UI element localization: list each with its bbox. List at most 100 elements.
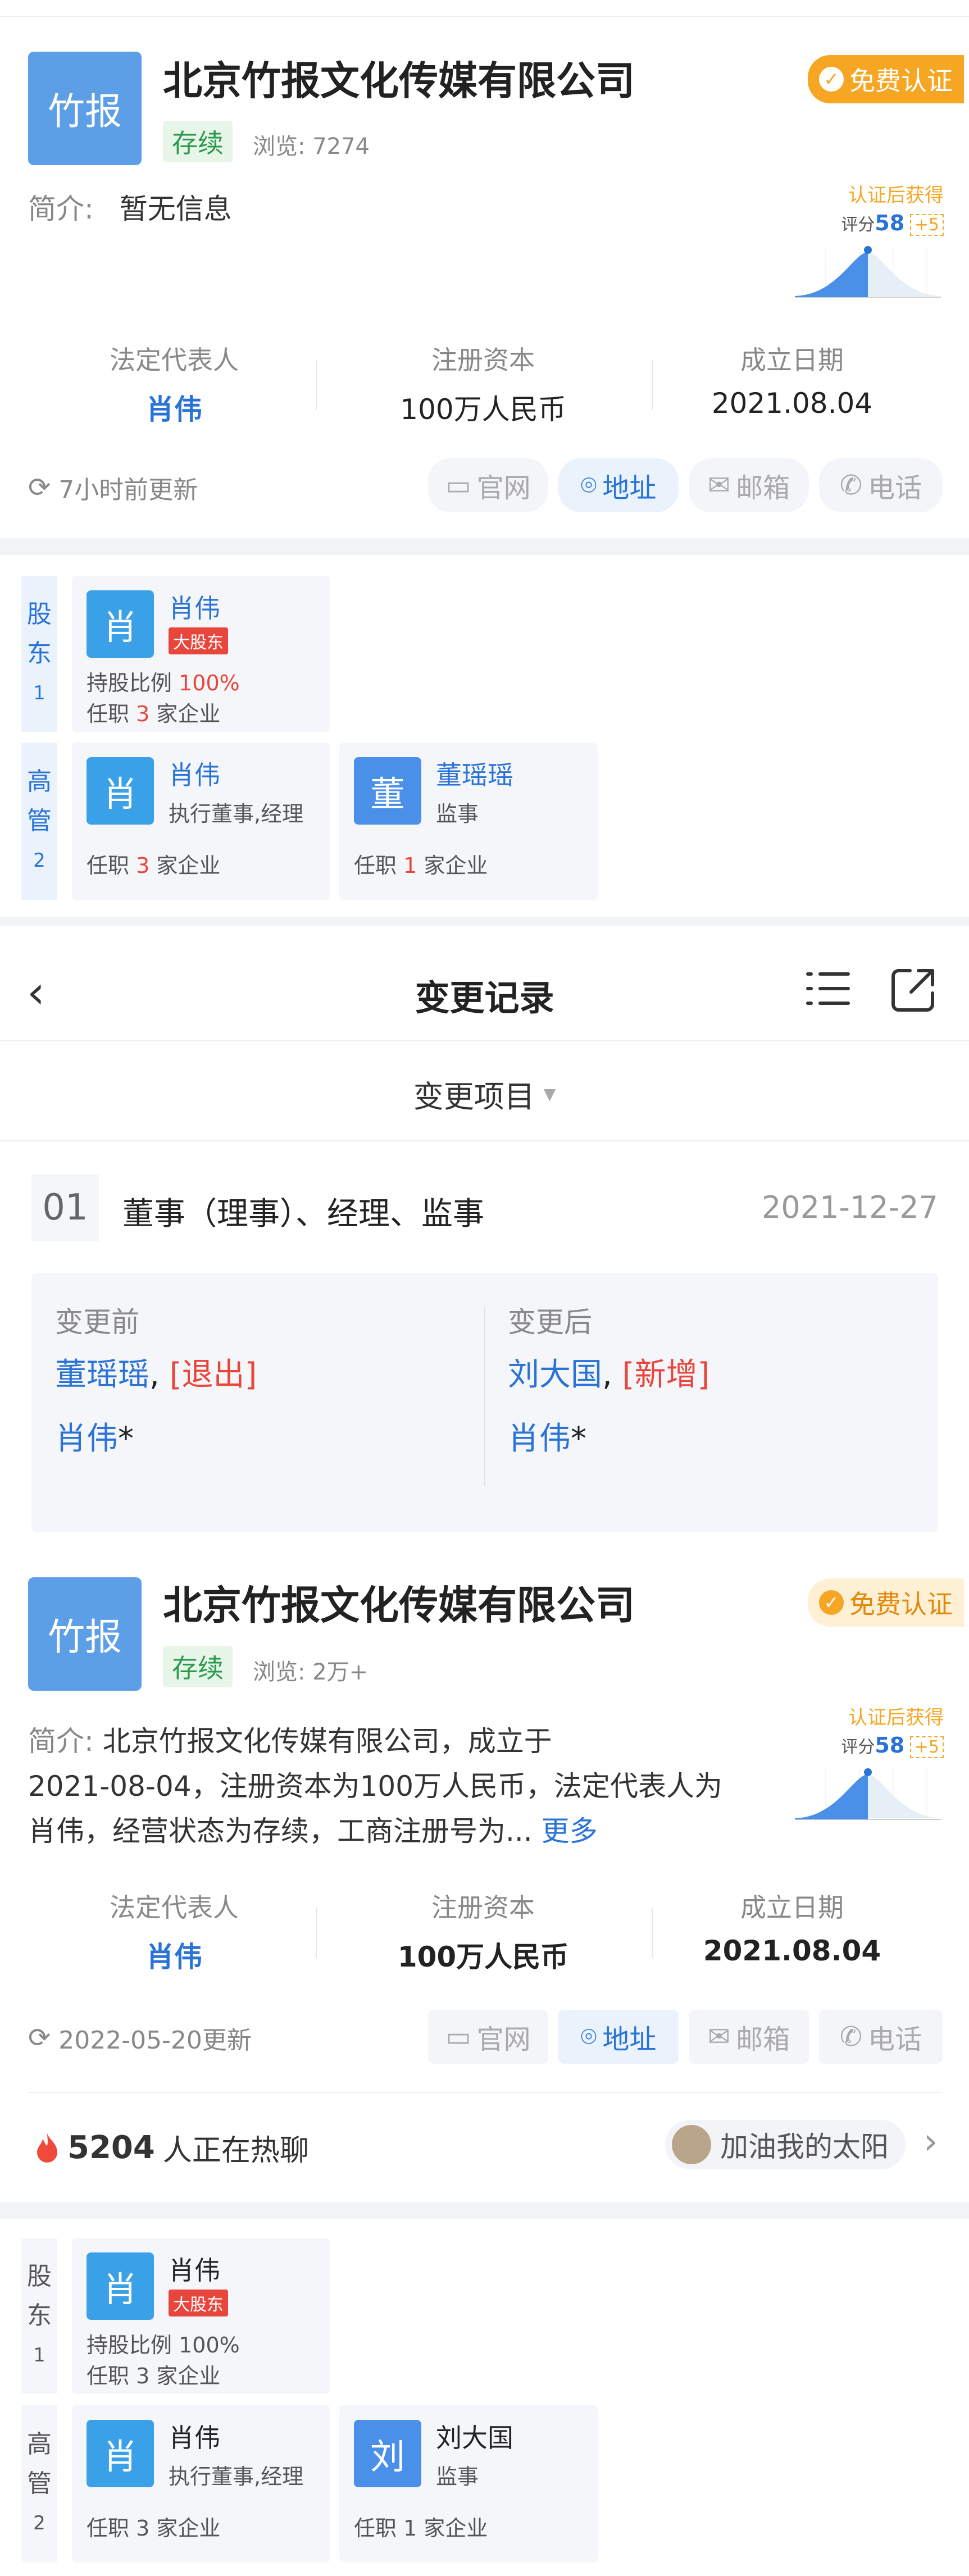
person-role: 执行董事,经理 xyxy=(169,802,304,826)
website-chip[interactable]: ▭ 官网 xyxy=(428,458,548,512)
divider xyxy=(316,359,317,410)
phone-label: 电话 xyxy=(868,472,922,504)
person-name[interactable]: 肖伟 xyxy=(169,588,220,625)
avatar: 肖 xyxy=(87,2420,154,2487)
hot-chat[interactable]: 5204 人正在热聊 xyxy=(35,2127,309,2169)
executive-card[interactable]: 董 董瑶瑶 监事 任职 1 家企业 xyxy=(339,743,598,900)
shareholder-card[interactable]: 肖 肖伟 大股东 持股比例 100% 任职 3 家企业 xyxy=(72,2238,330,2394)
person-name[interactable]: 董瑶瑶 xyxy=(436,755,513,792)
jobs-count: 任职 3 家企业 xyxy=(87,853,221,878)
capital-stat: 注册资本 100万人民币 xyxy=(376,340,590,427)
person-role: 监事 xyxy=(436,802,479,826)
refresh-icon: ⟳ xyxy=(28,472,51,503)
score-value: 58 xyxy=(875,1733,905,1758)
filter-label: 变更项目 xyxy=(413,1079,535,1114)
share-icon[interactable] xyxy=(888,965,938,1018)
user-name: 加油我的太阳 xyxy=(720,2131,889,2163)
intro-label: 简介: xyxy=(28,1725,94,1758)
address-chip[interactable]: ⌾ 地址 xyxy=(558,458,679,512)
free-certify-button[interactable]: ✓ 免费认证 xyxy=(808,1578,964,1627)
avatar: 董 xyxy=(354,757,421,825)
after-entry[interactable]: 刘大国, [新增] xyxy=(508,1349,709,1395)
list-menu-icon[interactable] xyxy=(804,965,852,1014)
score-distribution-icon xyxy=(795,1768,941,1820)
capital-value: 100万人民币 xyxy=(400,393,566,426)
user-pill[interactable]: 加油我的太阳 xyxy=(665,2120,906,2169)
before-entry[interactable]: 肖伟* xyxy=(55,1413,134,1459)
mail-icon: ✉ xyxy=(707,2021,731,2052)
phone-chip[interactable]: ✆ 电话 xyxy=(819,458,943,512)
executive-column: 高管2 xyxy=(21,2405,57,2563)
executive-card[interactable]: 肖 肖伟 执行董事,经理 任职 3 家企业 xyxy=(72,743,330,900)
major-shareholder-tag: 大股东 xyxy=(169,627,228,654)
address-label: 地址 xyxy=(602,2024,657,2055)
refresh-icon: ⟳ xyxy=(28,2022,51,2054)
address-label: 地址 xyxy=(602,472,657,504)
free-certify-button[interactable]: ✓ 免费认证 xyxy=(808,55,964,103)
legal-rep-value[interactable]: 肖伟 xyxy=(67,387,281,427)
email-chip[interactable]: ✉ 邮箱 xyxy=(689,2010,809,2064)
divider xyxy=(0,1140,969,1141)
divider xyxy=(652,359,653,410)
after-label: 变更后 xyxy=(508,1306,592,1339)
founded-label: 成立日期 xyxy=(740,1892,844,1923)
person-role: 监事 xyxy=(436,2464,479,2489)
shareholder-card[interactable]: 肖 肖伟 大股东 持股比例 100% 任职 3 家企业 xyxy=(72,576,330,732)
score-figure-title: 认证后获得 xyxy=(848,184,944,207)
website-chip[interactable]: ▭ 官网 xyxy=(428,2010,548,2064)
capital-stat: 注册资本 100万人民币 xyxy=(376,1887,590,1975)
jobs-count: 任职 3 家企业 xyxy=(87,2364,221,2388)
address-chip[interactable]: ⌾ 地址 xyxy=(558,2010,679,2064)
company-name[interactable]: 北京竹报文化传媒有限公司 xyxy=(163,1574,635,1631)
more-link[interactable]: 更多 xyxy=(542,1815,598,1847)
executive-card[interactable]: 刘 刘大国 监事 任职 1 家企业 xyxy=(339,2405,598,2563)
legal-rep-value[interactable]: 肖伟 xyxy=(67,1935,281,1975)
company-name[interactable]: 北京竹报文化传媒有限公司 xyxy=(163,49,635,106)
hot-count: 5204 xyxy=(67,2129,155,2166)
intro-line: 北京竹报文化传媒有限公司，成立于 xyxy=(102,1725,552,1758)
company-intro: 简介: 北京竹报文化传媒有限公司，成立于 2021-08-04，注册资本为100… xyxy=(28,1719,775,1854)
legal-rep-stat[interactable]: 法定代表人 肖伟 xyxy=(67,1887,281,1975)
founded-stat: 成立日期 2021.08.04 xyxy=(685,1887,899,1967)
divider xyxy=(0,1040,969,1041)
status-badge: 存续 xyxy=(163,1646,233,1687)
person-role: 执行董事,经理 xyxy=(169,2464,304,2489)
divider xyxy=(316,1908,317,1958)
record-number: 01 xyxy=(31,1174,99,1241)
company-intro: 简介: 暂无信息 xyxy=(28,186,232,231)
share-ratio: 持股比例 100% xyxy=(87,671,240,695)
score-figure[interactable]: 认证后获得 评分58 +5 xyxy=(792,180,944,311)
shareholder-column: 股东1 xyxy=(21,576,57,732)
email-chip[interactable]: ✉ 邮箱 xyxy=(689,458,809,512)
after-entry[interactable]: 肖伟* xyxy=(508,1413,586,1459)
score-figure[interactable]: 认证后获得 评分58 +5 xyxy=(792,1702,944,1833)
person-name[interactable]: 肖伟 xyxy=(169,2250,220,2287)
intro-text: 暂无信息 xyxy=(119,193,232,225)
founded-stat: 成立日期 2021.08.04 xyxy=(685,340,899,420)
change-detail-box: 变更前 董瑶瑶, [退出] 肖伟* 变更后 刘大国, [新增] 肖伟* xyxy=(31,1273,938,1532)
certify-label: 免费认证 xyxy=(849,1589,953,1619)
phone-chip[interactable]: ✆ 电话 xyxy=(819,2010,943,2064)
legal-rep-stat[interactable]: 法定代表人 肖伟 xyxy=(67,340,281,427)
executive-card[interactable]: 肖 肖伟 执行董事,经理 任职 3 家企业 xyxy=(72,2405,330,2563)
top-divider xyxy=(0,16,969,17)
legal-rep-label: 法定代表人 xyxy=(110,1892,239,1923)
monitor-icon: ▭ xyxy=(445,2021,471,2052)
chevron-right-icon[interactable]: › xyxy=(923,2121,938,2163)
person-name[interactable]: 刘大国 xyxy=(436,2418,513,2455)
shareholder-column: 股东1 xyxy=(21,2238,57,2394)
person-name[interactable]: 肖伟 xyxy=(169,755,220,792)
major-shareholder-tag: 大股东 xyxy=(169,2290,228,2316)
update-time: ⟳ 7小时前更新 xyxy=(28,470,198,506)
person-name[interactable]: 肖伟 xyxy=(169,2418,220,2455)
score-bonus: +5 xyxy=(909,214,944,236)
website-label: 官网 xyxy=(476,2024,531,2055)
monitor-icon: ▭ xyxy=(445,470,471,501)
change-item-filter[interactable]: 变更项目 ▼ xyxy=(0,1072,969,1116)
before-entry[interactable]: 董瑶瑶, [退出] xyxy=(55,1349,257,1395)
section-gap xyxy=(0,917,969,926)
section-gap xyxy=(0,2202,969,2219)
jobs-count: 任职 3 家企业 xyxy=(87,2516,221,2541)
score-value: 58 xyxy=(875,211,905,235)
jobs-count: 任职 1 家企业 xyxy=(354,853,488,878)
